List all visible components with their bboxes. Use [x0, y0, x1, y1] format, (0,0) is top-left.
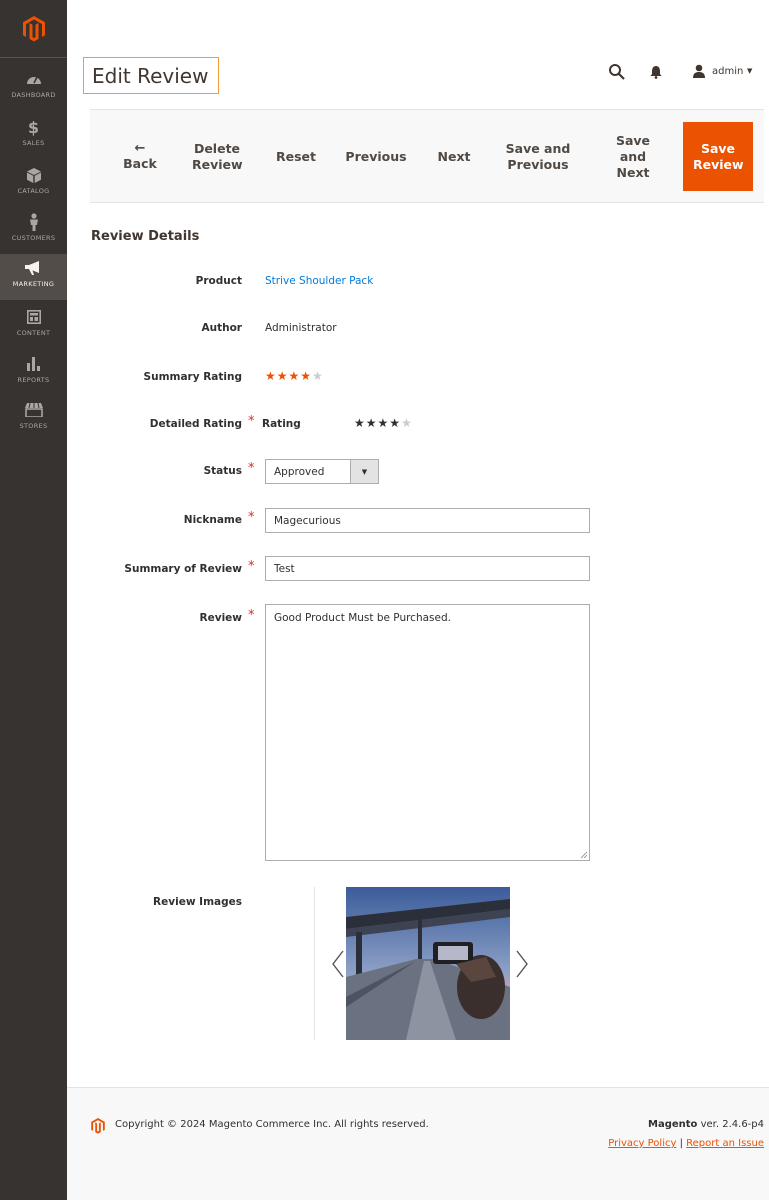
review-text: Good Product Must be Purchased. [274, 612, 451, 624]
bar-chart-icon [26, 354, 42, 374]
link-separator: | [679, 1138, 683, 1149]
nickname-field[interactable]: Magecurious [265, 508, 590, 533]
gallery-prev-arrow[interactable] [329, 942, 347, 986]
save-review-button[interactable]: Save Review [683, 122, 753, 191]
sidebar-item-marketing[interactable]: MARKETING [0, 254, 67, 300]
star-icon: ★ [276, 369, 289, 383]
author-value: Administrator [265, 322, 337, 334]
cube-icon [26, 165, 41, 185]
dollar-icon: $ [27, 117, 40, 137]
nickname-label: Nickname [183, 514, 242, 526]
required-asterisk: * [248, 608, 255, 623]
previous-button[interactable]: Previous [340, 110, 412, 204]
version-text: ver. 2.4.6-p4 [700, 1119, 764, 1130]
user-icon[interactable] [692, 64, 706, 78]
required-asterisk: * [248, 510, 255, 525]
product-label: Product [195, 275, 242, 287]
megaphone-icon [24, 258, 43, 278]
magento-logo-icon [22, 15, 45, 41]
star-icon: ★ [265, 369, 277, 383]
search-icon[interactable] [608, 63, 626, 81]
sidebar-item-content[interactable]: CONTENT [0, 303, 67, 349]
star-icon[interactable]: ★ [366, 416, 378, 430]
store-icon [24, 400, 43, 420]
sidebar-item-catalog[interactable]: CATALOG [0, 161, 67, 207]
review-label: Review [199, 612, 242, 624]
bell-icon[interactable] [649, 65, 663, 79]
next-button[interactable]: Next [430, 110, 478, 204]
admin-sidebar: DASHBOARD $ SALES CATALOG CUSTOMERS MARK… [0, 0, 67, 1200]
star-icon[interactable]: ★ [354, 416, 366, 430]
reset-button[interactable]: Reset [266, 110, 326, 204]
required-asterisk: * [248, 559, 255, 574]
footer-links: Privacy Policy | Report an Issue [608, 1138, 764, 1149]
save-and-next-button[interactable]: Save and Next [600, 110, 666, 204]
magento-logo[interactable] [0, 0, 67, 58]
magento-logo-icon [91, 1118, 105, 1134]
arrow-left-icon: ← [134, 141, 146, 156]
privacy-policy-link[interactable]: Privacy Policy [608, 1138, 676, 1149]
sidebar-item-sales[interactable]: $ SALES [0, 113, 67, 159]
summary-rating-label: Summary Rating [143, 371, 242, 383]
gallery-next-arrow[interactable] [513, 942, 531, 986]
back-button[interactable]: ← Back [110, 110, 170, 204]
save-and-previous-button[interactable]: Save and Previous [498, 110, 578, 204]
required-asterisk: * [248, 414, 255, 429]
delete-review-button[interactable]: Delete Review [185, 110, 249, 204]
star-icon[interactable]: ★ [401, 416, 413, 430]
section-title: Review Details [91, 229, 200, 244]
layout-icon [26, 307, 41, 327]
sidebar-item-customers[interactable]: CUSTOMERS [0, 208, 67, 254]
required-asterisk: * [248, 461, 255, 476]
report-issue-link[interactable]: Report an Issue [686, 1138, 764, 1149]
version-info: Magento ver. 2.4.6-p4 [648, 1119, 764, 1130]
detailed-rating-sublabel: Rating [262, 418, 301, 430]
product-link[interactable]: Strive Shoulder Pack [265, 275, 373, 287]
sidebar-item-reports[interactable]: REPORTS [0, 350, 67, 396]
status-label: Status [203, 465, 242, 477]
review-image[interactable] [346, 887, 510, 1040]
star-icon: ★ [300, 369, 313, 383]
page-title-container: Edit Review [83, 57, 219, 94]
chevron-left-icon [332, 950, 344, 978]
status-select[interactable]: Approved ▼ [265, 459, 379, 484]
page-footer: Copyright © 2024 Magento Commerce Inc. A… [67, 1087, 769, 1200]
star-icon[interactable]: ★ [389, 416, 401, 430]
review-image-gallery [314, 887, 546, 1040]
admin-user-menu[interactable]: admin [712, 66, 743, 77]
chevron-down-icon: ▼ [350, 460, 378, 483]
summary-rating-stars: ★★★★★ [265, 369, 324, 383]
page-actions-toolbar: ← Back Delete Review Reset Previous Next… [90, 109, 764, 203]
person-icon [29, 212, 39, 232]
detailed-rating-label: Detailed Rating [149, 418, 242, 430]
dashboard-icon [26, 69, 42, 89]
summary-label: Summary of Review [124, 563, 242, 575]
brand-name: Magento [648, 1119, 698, 1130]
summary-field[interactable]: Test [265, 556, 590, 581]
author-label: Author [201, 322, 243, 334]
copyright-text: Copyright © 2024 Magento Commerce Inc. A… [115, 1119, 429, 1130]
review-images-label: Review Images [153, 896, 242, 908]
star-icon: ★ [312, 369, 324, 383]
star-icon[interactable]: ★ [378, 416, 390, 430]
chevron-down-icon[interactable]: ▼ [747, 67, 752, 75]
review-textarea[interactable]: Good Product Must be Purchased. [265, 604, 590, 861]
detailed-rating-stars[interactable]: ★★★★★ [354, 416, 413, 430]
chevron-right-icon [516, 950, 528, 978]
status-select-value: Approved [274, 465, 325, 478]
resize-handle-icon[interactable] [580, 851, 588, 859]
sidebar-item-dashboard[interactable]: DASHBOARD [0, 65, 67, 111]
page-title: Edit Review [92, 63, 209, 88]
sidebar-item-stores[interactable]: STORES [0, 396, 67, 442]
star-icon: ★ [288, 369, 301, 383]
